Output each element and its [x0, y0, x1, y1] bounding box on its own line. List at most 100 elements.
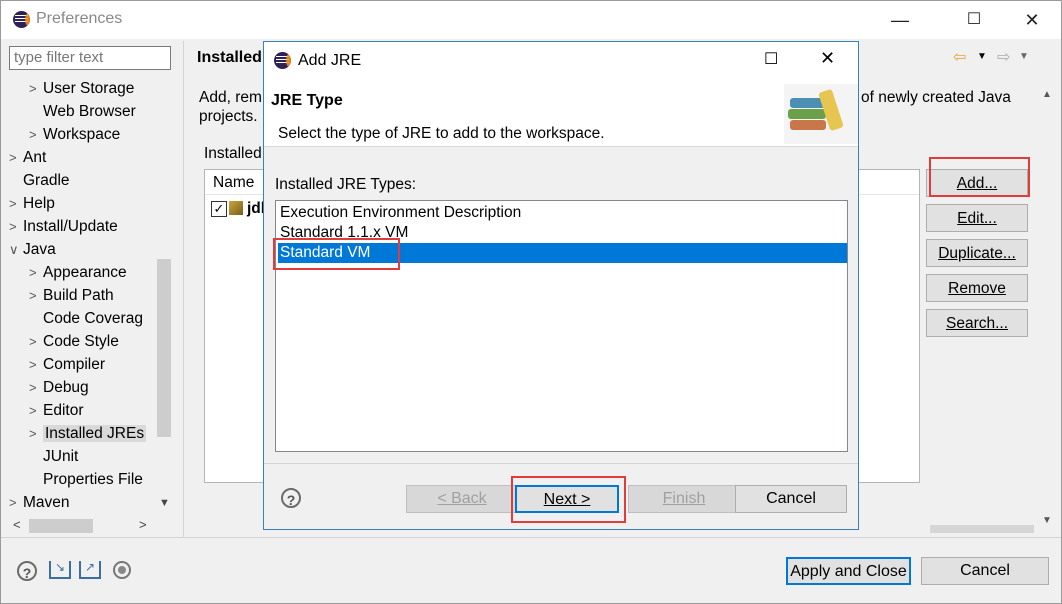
cancel-button[interactable]: Cancel	[921, 557, 1049, 585]
jre-library-icon	[229, 201, 243, 215]
filter-input[interactable]: type filter text	[9, 46, 171, 70]
minimize-icon[interactable]: —	[877, 7, 923, 33]
forward-nav-icon[interactable]: ⇨	[997, 47, 1010, 67]
dialog-maximize-icon[interactable]: ☐	[764, 49, 778, 69]
dialog-title-bar: Add JRE ☐ ✕	[264, 42, 858, 80]
books-icon	[784, 84, 858, 144]
book-green	[788, 109, 826, 119]
tree-item-code-coverag[interactable]: Code Coverag	[29, 307, 143, 330]
chevron-right-icon[interactable]: >	[9, 215, 23, 238]
apply-and-close-button[interactable]: Apply and Close	[786, 557, 911, 585]
installed-jre-types-label: Installed JRE Types:	[275, 176, 417, 193]
tree-item-editor[interactable]: > Editor	[29, 399, 84, 422]
back-button[interactable]: < Back	[406, 485, 518, 513]
scroll-down-icon[interactable]: ▼	[1042, 515, 1052, 526]
record-dot	[118, 566, 126, 574]
chevron-right-icon[interactable]: >	[9, 146, 23, 169]
h-scroll-thumb[interactable]	[29, 519, 93, 533]
divider	[183, 41, 184, 537]
tree-item-label: Appearance	[43, 264, 127, 281]
import-icon[interactable]: ↘	[49, 561, 71, 579]
back-nav-icon[interactable]: ⇦	[953, 47, 966, 67]
duplicate-button-label: Duplicate...	[938, 245, 1016, 262]
finish-button-label: Finish	[662, 490, 706, 507]
tree-item-label: Gradle	[23, 172, 70, 189]
dialog-footer-divider	[264, 463, 858, 464]
tree-item-junit[interactable]: JUnit	[29, 445, 78, 468]
export-icon[interactable]: ↗	[79, 561, 101, 579]
scroll-left-icon[interactable]: <	[13, 517, 21, 532]
tree-item-code-style[interactable]: > Code Style	[29, 330, 119, 353]
tree-item-web-browser[interactable]: Web Browser	[29, 100, 136, 123]
tree-item-workspace[interactable]: > Workspace	[29, 123, 120, 146]
dialog-close-icon[interactable]: ✕	[820, 48, 835, 69]
window-title: Preferences	[36, 10, 123, 27]
remove-button[interactable]: Remove	[926, 274, 1028, 302]
chevron-right-icon[interactable]: >	[29, 330, 43, 353]
installed-jres-label: Installed	[204, 145, 262, 162]
record-icon[interactable]	[113, 561, 131, 579]
tree-scroll-thumb[interactable]	[157, 259, 171, 437]
book-orange	[790, 120, 826, 130]
tree-item-label: JUnit	[43, 448, 79, 465]
jre-type-title: JRE Type	[271, 92, 343, 109]
chevron-right-icon[interactable]: >	[29, 261, 43, 284]
tree-item-label: Properties File	[43, 471, 143, 488]
tree-item-properties-file[interactable]: Properties File	[29, 468, 143, 491]
chevron-right-icon[interactable]: >	[9, 192, 23, 215]
tree-item-label: Debug	[43, 379, 89, 396]
chevron-down-icon[interactable]: ∨	[9, 238, 23, 261]
tree-item-installed-jres[interactable]: > Installed JREs	[29, 422, 147, 445]
back-menu-icon[interactable]: ▼	[977, 51, 987, 62]
tree-horizontal-scrollbar[interactable]: < >	[9, 517, 173, 535]
title-bar: Preferences — ☐ ✕	[1, 1, 1061, 39]
chevron-right-icon[interactable]: >	[29, 399, 43, 422]
help-icon[interactable]: ?	[17, 561, 37, 581]
scroll-right-icon[interactable]: >	[139, 517, 147, 532]
tree-item-user-storage[interactable]: > User Storage	[29, 77, 134, 100]
column-name: Name	[213, 174, 255, 191]
chevron-right-icon[interactable]: >	[29, 376, 43, 399]
edit-button[interactable]: Edit...	[926, 204, 1028, 232]
tree-item-install-update[interactable]: > Install/Update	[9, 215, 118, 238]
highlight-standard-vm	[273, 238, 400, 270]
tree-item-maven[interactable]: > Maven	[9, 491, 70, 514]
tree-item-appearance[interactable]: > Appearance	[29, 261, 127, 284]
tree-item-java[interactable]: ∨ Java	[9, 238, 56, 261]
finish-button[interactable]: Finish	[628, 485, 740, 513]
chevron-right-icon[interactable]: >	[29, 77, 43, 100]
duplicate-button[interactable]: Duplicate...	[926, 239, 1028, 267]
tree-item-ant[interactable]: > Ant	[9, 146, 46, 169]
forward-menu-icon[interactable]: ▼	[1019, 51, 1029, 62]
search-button[interactable]: Search...	[926, 309, 1028, 337]
tree-item-debug[interactable]: > Debug	[29, 376, 89, 399]
maximize-icon[interactable]: ☐	[951, 7, 997, 33]
tree-item-label: Java	[23, 241, 56, 258]
scroll-up-icon[interactable]: ▲	[1042, 89, 1052, 100]
scroll-down-icon[interactable]: ▼	[159, 497, 170, 509]
cancel-dialog-button[interactable]: Cancel	[735, 485, 847, 513]
jre-checkbox[interactable]: ✓	[211, 201, 227, 217]
jre-type-description: Select the type of JRE to add to the wor…	[278, 125, 605, 142]
restore-defaults-stub	[930, 525, 1034, 533]
eclipse-icon	[274, 52, 291, 69]
tree-item-build-path[interactable]: > Build Path	[29, 284, 114, 307]
tree-item-compiler[interactable]: > Compiler	[29, 353, 105, 376]
chevron-right-icon[interactable]: >	[29, 284, 43, 307]
tree-item-gradle[interactable]: Gradle	[9, 169, 70, 192]
close-icon[interactable]: ✕	[1009, 7, 1055, 33]
dialog-help-icon[interactable]: ?	[281, 488, 301, 508]
search-button-label: Search...	[945, 315, 1009, 332]
highlight-add	[929, 157, 1030, 197]
chevron-right-icon[interactable]: >	[29, 353, 43, 376]
description-right: of newly created Java	[861, 89, 1011, 106]
jre-type-item[interactable]: Execution Environment Description	[278, 203, 847, 223]
page-vertical-scrollbar[interactable]: ▲ ▼	[1037, 87, 1057, 531]
add-jre-dialog: Add JRE ☐ ✕ JRE Type Select the type of …	[263, 41, 859, 530]
chevron-right-icon[interactable]: >	[29, 123, 43, 146]
eclipse-icon	[13, 11, 30, 28]
tree-item-help[interactable]: > Help	[9, 192, 55, 215]
chevron-right-icon[interactable]: >	[29, 422, 43, 445]
chevron-right-icon[interactable]: >	[9, 491, 23, 514]
tree-item-label: Editor	[43, 402, 84, 419]
